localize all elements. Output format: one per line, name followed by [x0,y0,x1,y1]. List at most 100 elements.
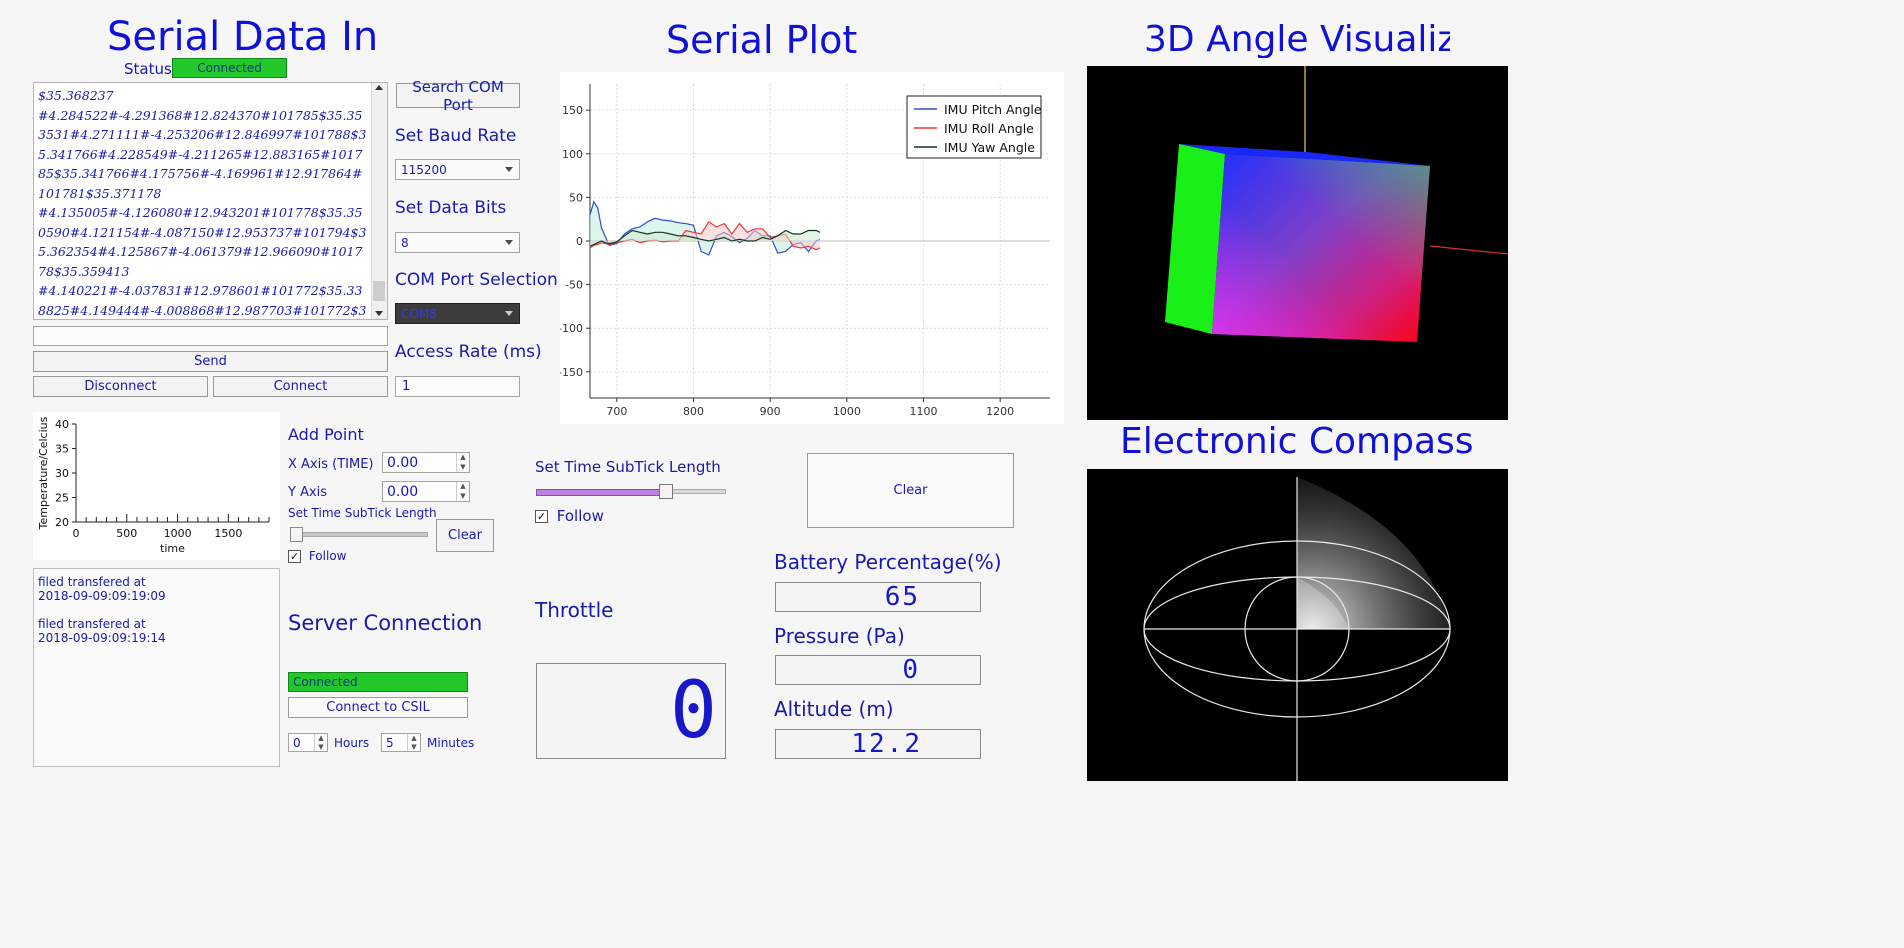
add-point-follow-checkbox[interactable]: ✓ Follow [288,549,346,563]
spin-up-icon[interactable]: ▲ [457,453,469,463]
y-tick-label: 30 [55,467,69,480]
legend-label: IMU Yaw Angle [944,140,1035,155]
spin-up-icon[interactable]: ▲ [315,734,327,743]
x-tick-label: 1000 [833,405,861,418]
serial-data-in-title: Serial Data In [107,14,379,60]
spin-down-icon[interactable]: ▼ [457,463,469,473]
com-port-value: COM8 [401,306,437,321]
x-axis-value: 0.00 [387,454,419,471]
serial-plot-title: Serial Plot [666,18,858,62]
3d-visualization-title: 3D Angle Visualizatio [1144,22,1450,58]
log-entry: filed transfered at 2018-09-09:09:19:14 [38,617,275,645]
baud-rate-value: 115200 [401,162,447,177]
x-tick-label: 500 [116,527,137,540]
textbox-scrollbar[interactable] [371,83,387,319]
access-rate-value: 1 [402,379,411,394]
transfer-log: filed transfered at 2018-09-09:09:19:09 … [33,568,280,767]
y-tick-label: 25 [55,492,69,505]
send-input[interactable] [33,326,388,346]
baud-rate-select[interactable]: 115200 [395,159,520,180]
send-button[interactable]: Send [33,351,388,372]
y-tick-label: -100 [560,322,583,335]
temperature-chart: 20 25 30 35 40 0 500 1000 1500 time Temperature/Ce… [33,412,280,560]
subtick-slider[interactable] [290,527,428,542]
data-bits-select[interactable]: 8 [395,232,520,253]
y-tick-label: 40 [55,418,69,431]
minutes-label: Minutes [427,736,475,750]
electronic-compass-view[interactable] [1087,469,1508,781]
battery-value: 65 [884,582,920,612]
spin-down-icon[interactable]: ▼ [457,492,469,502]
received-data-text: $35.368237 #4.284522#-4.291368#12.824370… [38,88,367,318]
subtick-label: Set Time SubTick Length [288,506,437,520]
x-tick-label: 900 [760,405,781,418]
spin-down-icon[interactable]: ▼ [315,743,327,752]
chevron-down-icon [505,310,513,316]
connect-button[interactable]: Connect [213,376,388,397]
server-status-badge: Connected [288,672,468,692]
x-tick-label: 1100 [910,405,938,418]
hours-spinbox[interactable]: 0 ▲ ▼ [288,733,328,752]
search-com-port-button[interactable]: Search COM Port [396,78,520,114]
chevron-down-icon [505,166,513,172]
spin-up-icon[interactable]: ▲ [457,482,469,492]
throttle-lcd: 0 [536,663,726,759]
log-entry-time: 2018-09-09:09:19:14 [38,631,166,645]
minutes-value: 5 [386,735,394,750]
y-tick-label: 100 [562,148,583,161]
hours-value: 0 [293,735,301,750]
altitude-value: 12.2 [851,729,922,759]
spin-down-icon[interactable]: ▼ [408,743,420,752]
slider-handle[interactable] [659,484,673,499]
pressure-lcd: 0 [775,655,981,685]
y-tick-label: -50 [565,279,583,292]
plot-subtick-slider[interactable] [536,484,726,499]
x-axis-title: time [160,542,185,555]
chart-background [33,412,280,560]
disconnect-button[interactable]: Disconnect [33,376,208,397]
access-rate-label: Access Rate (ms) [395,342,542,362]
y-tick-label: -150 [560,366,583,379]
connect-to-csil-button[interactable]: Connect to CSIL [288,697,468,718]
add-point-clear-button[interactable]: Clear [436,519,494,552]
y-tick-label: 150 [562,104,583,117]
pressure-value: 0 [902,655,920,685]
received-data-textbox[interactable]: $35.368237 #4.284522#-4.291368#12.824370… [33,82,388,320]
hours-label: Hours [334,736,370,750]
baud-rate-label: Set Baud Rate [395,126,517,146]
y-axis-spinbox[interactable]: 0.00 ▲ ▼ [382,481,470,502]
y-tick-label: 50 [569,191,583,204]
plot-clear-button[interactable]: Clear [807,453,1014,528]
3d-angle-view[interactable] [1087,66,1509,420]
x-axis-spinbox[interactable]: 0.00 ▲ ▼ [382,452,470,473]
log-entry: filed transfered at 2018-09-09:09:19:09 [38,575,275,603]
altitude-lcd: 12.2 [775,729,981,759]
plot-follow-checkbox[interactable]: ✓ Follow [535,507,604,525]
server-connection-title: Server Connection [288,611,483,635]
spin-up-icon[interactable]: ▲ [408,734,420,743]
x-tick-label: 1200 [986,405,1014,418]
serial-status-value: Connected [197,61,262,75]
com-port-select[interactable]: COM8 [395,303,520,324]
plot-follow-label: Follow [556,507,604,525]
x-axis-label: X Axis (TIME) [288,457,374,472]
data-bits-label: Set Data Bits [395,198,507,218]
log-entry-text: filed transfered at [38,617,146,631]
x-tick-label: 800 [683,405,704,418]
status-label: Status: [124,60,177,78]
compass-render [1143,477,1451,781]
add-point-follow-label: Follow [308,549,347,563]
battery-lcd: 65 [775,582,981,612]
serial-plot-chart: 150 100 50 0 -50 -100 -150 700 800 900 1000 1100 120… [560,72,1064,424]
serial-status-badge: Connected [172,58,287,78]
pressure-label: Pressure (Pa) [774,624,905,648]
chevron-down-icon [505,239,513,245]
altitude-label: Altitude (m) [774,697,894,721]
minutes-spinbox[interactable]: 5 ▲ ▼ [381,733,421,752]
add-point-title: Add Point [288,425,364,444]
access-rate-input[interactable]: 1 [395,376,520,397]
3d-cube-render [1165,66,1509,342]
x-tick-label: 700 [606,405,627,418]
slider-handle[interactable] [290,527,303,542]
log-entry-time: 2018-09-09:09:19:09 [38,589,166,603]
